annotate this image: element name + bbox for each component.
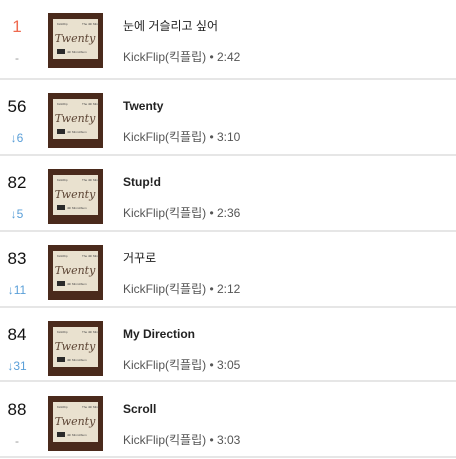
svg-text:KickFlip: KickFlip — [57, 22, 68, 26]
track-rank: 84 — [7, 325, 27, 344]
album-art-label: Twenty — [55, 32, 96, 45]
track-duration: 3:05 — [217, 358, 241, 372]
track-duration: 2:36 — [217, 206, 241, 220]
row-divider — [0, 380, 456, 382]
track-artist[interactable]: KickFlip(킥플립) — [123, 50, 206, 64]
track-rank: 83 — [7, 249, 27, 268]
track-duration: 2:42 — [217, 50, 241, 64]
svg-text:KickFlip: KickFlip — [57, 178, 68, 182]
album-art-label: Twenty — [55, 112, 96, 125]
track-artist[interactable]: KickFlip(킥플립) — [123, 206, 206, 220]
track-meta: KickFlip(킥플립) • 3:03 — [123, 433, 241, 447]
track-artist[interactable]: KickFlip(킥플립) — [123, 282, 206, 296]
track-rank: 82 — [7, 173, 27, 192]
album-art-label: Twenty — [55, 188, 96, 201]
album-art-label: Twenty — [55, 264, 96, 277]
album-cover-icon[interactable]: KickFlip The 4th Mini Twenty 4th Mini Album — [48, 245, 103, 300]
track-row[interactable]: 84 ↓31 KickFlip The 4th Mini Twenty 4th Min… — [0, 308, 456, 383]
album-art-label: Twenty — [55, 415, 96, 428]
track-meta: KickFlip(킥플립) • 2:42 — [123, 50, 241, 64]
rank-change: ↓5 — [10, 207, 24, 221]
track-meta: KickFlip(킥플립) • 3:05 — [123, 358, 241, 372]
svg-text:4th Mini Album: 4th Mini Album — [67, 206, 87, 210]
track-row[interactable]: 83 ↓11 KickFlip The 4th Mini Twenty 4th Min… — [0, 232, 456, 307]
album-cover-icon[interactable]: KickFlip The 4th Mini Twenty 4th Mini Album — [48, 13, 103, 68]
svg-text:The 4th Mini: The 4th Mini — [82, 330, 99, 334]
track-title[interactable]: My Direction — [123, 326, 195, 342]
svg-text:The 4th Mini: The 4th Mini — [82, 254, 99, 258]
svg-text:KickFlip: KickFlip — [57, 102, 68, 106]
album-cover-icon[interactable]: KickFlip The 4th Mini Twenty 4th Mini Album — [48, 321, 103, 376]
track-rank: 88 — [7, 400, 27, 419]
svg-text:The 4th Mini: The 4th Mini — [82, 22, 99, 26]
track-duration: 3:03 — [217, 433, 241, 447]
svg-text:4th Mini Album: 4th Mini Album — [67, 130, 87, 134]
rank-change: - — [15, 51, 19, 65]
track-rank: 56 — [7, 97, 27, 116]
track-title[interactable]: 거꾸로 — [123, 250, 156, 266]
track-title[interactable]: Scroll — [123, 401, 156, 417]
track-row[interactable]: 88 - KickFlip The 4th Mini Twenty 4th Mini … — [0, 383, 456, 458]
track-title[interactable]: Twenty — [123, 98, 163, 114]
svg-text:4th Mini Album: 4th Mini Album — [67, 282, 87, 286]
track-meta: KickFlip(킥플립) • 3:10 — [123, 130, 241, 144]
track-row[interactable]: 56 ↓6 KickFlip The 4th Mini Twenty 4th Mini… — [0, 80, 456, 155]
track-row[interactable]: 1 - KickFlip The 4th Mini Twenty 4th Mini A… — [0, 0, 456, 75]
track-meta: KickFlip(킥플립) • 2:12 — [123, 282, 241, 296]
track-artist[interactable]: KickFlip(킥플립) — [123, 358, 206, 372]
rank-change: ↓11 — [7, 283, 27, 297]
album-cover-icon[interactable]: KickFlip The 4th Mini Twenty 4th Mini Album — [48, 93, 103, 148]
svg-text:4th Mini Album: 4th Mini Album — [67, 50, 87, 54]
track-rank: 1 — [12, 17, 22, 36]
track-artist[interactable]: KickFlip(킥플립) — [123, 433, 206, 447]
svg-text:The 4th Mini: The 4th Mini — [82, 102, 99, 106]
svg-text:4th Mini Album: 4th Mini Album — [67, 358, 87, 362]
track-duration: 2:12 — [217, 282, 241, 296]
track-artist[interactable]: KickFlip(킥플립) — [123, 130, 206, 144]
svg-text:The 4th Mini: The 4th Mini — [82, 405, 99, 409]
svg-text:KickFlip: KickFlip — [57, 254, 68, 258]
track-row[interactable]: 82 ↓5 KickFlip The 4th Mini Twenty 4th Mini… — [0, 156, 456, 231]
track-title[interactable]: Stup!d — [123, 174, 161, 190]
album-art-label: Twenty — [55, 340, 96, 353]
rank-change: - — [15, 434, 19, 448]
track-title[interactable]: 눈에 거슬리고 싶어 — [123, 18, 218, 34]
album-cover-icon[interactable]: KickFlip The 4th Mini Twenty 4th Mini Album — [48, 169, 103, 224]
row-divider — [0, 456, 456, 458]
svg-text:KickFlip: KickFlip — [57, 405, 68, 409]
rank-change: ↓6 — [10, 131, 24, 145]
track-meta: KickFlip(킥플립) • 2:36 — [123, 206, 241, 220]
track-duration: 3:10 — [217, 130, 241, 144]
svg-text:4th Mini Album: 4th Mini Album — [67, 433, 87, 437]
rank-change: ↓31 — [7, 359, 27, 373]
svg-text:KickFlip: KickFlip — [57, 330, 68, 334]
album-cover-icon[interactable]: KickFlip The 4th Mini Twenty 4th Mini Album — [48, 396, 103, 451]
chart-track-list: 1 - KickFlip The 4th Mini Twenty 4th Mini A… — [0, 0, 456, 459]
svg-text:The 4th Mini: The 4th Mini — [82, 178, 99, 182]
